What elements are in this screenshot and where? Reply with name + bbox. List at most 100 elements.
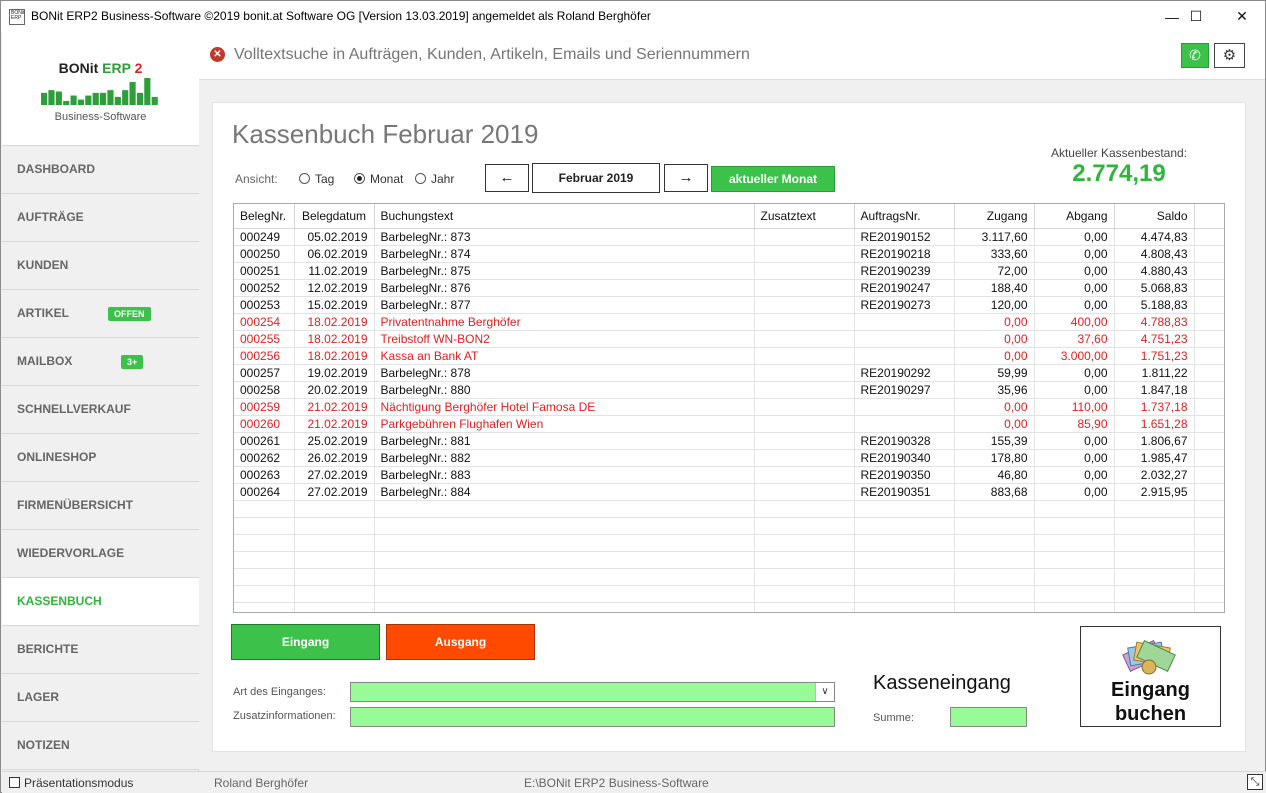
sidebar-item-label: MAILBOX <box>17 354 73 368</box>
info-input[interactable] <box>350 707 835 727</box>
book-entry-button[interactable]: Eingang buchen <box>1080 626 1221 727</box>
sidebar-item-aufträge[interactable]: AUFTRÄGE <box>2 194 199 242</box>
sidebar-item-kassenbuch[interactable]: KASSENBUCH <box>2 578 199 626</box>
col-header-abgang[interactable]: Abgang <box>1034 204 1115 229</box>
cell-empty <box>954 534 1035 552</box>
resize-icon[interactable]: ⤡ <box>1247 774 1263 790</box>
col-header-zugang[interactable]: Zugang <box>954 204 1035 229</box>
clear-search-icon[interactable]: ✕ <box>210 47 225 62</box>
cell-empty <box>954 500 1035 518</box>
cell-zusatz <box>754 364 855 382</box>
col-header-beleg[interactable]: BelegNr. <box>234 204 295 229</box>
table-row[interactable]: 000255 18.02.2019 Treibstoff WN-BON2 0,00 37… <box>234 330 1224 348</box>
presentation-mode-label[interactable]: Präsentationsmodus <box>24 776 133 790</box>
cell-zusatz <box>754 415 855 433</box>
chevron-down-icon[interactable]: ∨ <box>815 683 834 701</box>
cell-empty <box>374 551 755 569</box>
logo-name: BONit ERP 2 <box>2 60 199 76</box>
prev-month-button[interactable]: ← <box>485 164 529 192</box>
view-radio-month-label[interactable]: Monat <box>370 172 403 186</box>
sidebar-item-lager[interactable]: LAGER <box>2 674 199 722</box>
sidebar-item-artikel[interactable]: ARTIKEL OFFEN <box>2 290 199 338</box>
view-radio-year-label[interactable]: Jahr <box>431 172 454 186</box>
phone-button[interactable]: ✆ <box>1181 43 1209 68</box>
sidebar-item-dashboard[interactable]: DASHBOARD <box>2 146 199 194</box>
cell-zusatz <box>754 262 855 280</box>
cell-datum: 15.02.2019 <box>294 296 375 314</box>
cell-datum: 18.02.2019 <box>294 313 375 331</box>
col-header-datum[interactable]: Belegdatum <box>294 204 375 229</box>
sidebar-item-mailbox[interactable]: MAILBOX 3+ <box>2 338 199 386</box>
cell-beleg: 000251 <box>234 262 295 280</box>
cell-zusatz <box>754 279 855 297</box>
cell-empty <box>1194 585 1224 603</box>
cell-abgang: 400,00 <box>1034 313 1115 331</box>
table-row[interactable]: 000249 05.02.2019 BarbelegNr.: 873 RE201901… <box>234 228 1224 246</box>
type-select[interactable]: ∨ <box>350 682 835 702</box>
sum-input[interactable] <box>950 707 1027 727</box>
table-row-empty <box>234 517 1224 535</box>
cell-filler <box>1194 228 1224 246</box>
table-row[interactable]: 000254 18.02.2019 Privatentnahme Berghöfer… <box>234 313 1224 331</box>
cell-saldo: 1.651,28 <box>1114 415 1195 433</box>
sidebar-item-kunden[interactable]: KUNDEN <box>2 242 199 290</box>
col-header-auftrag[interactable]: AuftragsNr. <box>854 204 955 229</box>
table-row[interactable]: 000262 26.02.2019 BarbelegNr.: 882 RE201903… <box>234 449 1224 467</box>
view-radio-month[interactable] <box>354 173 365 184</box>
cell-abgang: 37,60 <box>1034 330 1115 348</box>
cell-auftrag <box>854 415 955 433</box>
cell-empty <box>294 500 375 518</box>
table-row[interactable]: 000263 27.02.2019 BarbelegNr.: 883 RE201903… <box>234 466 1224 484</box>
cell-filler <box>1194 279 1224 297</box>
cell-empty <box>854 500 955 518</box>
next-month-button[interactable]: → <box>664 164 708 192</box>
cell-empty <box>1034 517 1115 535</box>
cell-empty <box>374 534 755 552</box>
view-radio-day[interactable] <box>299 173 310 184</box>
close-button[interactable]: ✕ <box>1219 1 1265 32</box>
table-row[interactable]: 000251 11.02.2019 BarbelegNr.: 875 RE201902… <box>234 262 1224 280</box>
sidebar-item-schnellverkauf[interactable]: SCHNELLVERKAUF <box>2 386 199 434</box>
sidebar-item-firmenübersicht[interactable]: FIRMENÜBERSICHT <box>2 482 199 530</box>
view-radio-day-label[interactable]: Tag <box>315 172 334 186</box>
cell-empty <box>854 534 955 552</box>
table-row[interactable]: 000253 15.02.2019 BarbelegNr.: 877 RE201902… <box>234 296 1224 314</box>
cell-empty <box>1034 602 1115 612</box>
cell-filler <box>1194 245 1224 263</box>
col-header-text[interactable]: Buchungstext <box>374 204 755 229</box>
cell-text: BarbelegNr.: 873 <box>374 228 755 246</box>
presentation-mode-checkbox[interactable] <box>9 777 20 788</box>
view-radio-year[interactable] <box>415 173 426 184</box>
sidebar-item-notizen[interactable]: NOTIZEN <box>2 722 199 770</box>
current-month-button[interactable]: aktueller Monat <box>711 166 835 192</box>
col-header-zusatz[interactable]: Zusatztext <box>754 204 855 229</box>
cell-empty <box>1034 500 1115 518</box>
cell-empty <box>234 602 295 612</box>
cell-datum: 27.02.2019 <box>294 483 375 501</box>
table-row[interactable]: 000260 21.02.2019 Parkgebühren Flughafen W… <box>234 415 1224 433</box>
table-row[interactable]: 000252 12.02.2019 BarbelegNr.: 876 RE201902… <box>234 279 1224 297</box>
table-row[interactable]: 000257 19.02.2019 BarbelegNr.: 878 RE201902… <box>234 364 1224 382</box>
table-row[interactable]: 000264 27.02.2019 BarbelegNr.: 884 RE201903… <box>234 483 1224 501</box>
eingang-button[interactable]: Eingang <box>231 624 380 660</box>
table-row[interactable]: 000258 20.02.2019 BarbelegNr.: 880 RE201902… <box>234 381 1224 399</box>
settings-button[interactable]: ⚙ <box>1214 43 1245 68</box>
cell-text: Treibstoff WN-BON2 <box>374 330 755 348</box>
col-header-saldo[interactable]: Saldo <box>1114 204 1195 229</box>
sidebar-item-berichte[interactable]: BERICHTE <box>2 626 199 674</box>
table-row[interactable]: 000259 21.02.2019 Nächtigung Berghöfer Hot… <box>234 398 1224 416</box>
sidebar-item-onlineshop[interactable]: ONLINESHOP <box>2 434 199 482</box>
cell-empty <box>954 585 1035 603</box>
ausgang-button[interactable]: Ausgang <box>386 624 535 660</box>
cell-zugang: 883,68 <box>954 483 1035 501</box>
sidebar-item-wiedervorlage[interactable]: WIEDERVORLAGE <box>2 530 199 578</box>
table-row[interactable]: 000256 18.02.2019 Kassa an Bank AT 0,00 3.00… <box>234 347 1224 365</box>
table-row[interactable]: 000250 06.02.2019 BarbelegNr.: 874 RE201902… <box>234 245 1224 263</box>
cell-zusatz <box>754 466 855 484</box>
view-label: Ansicht: <box>235 172 278 186</box>
table-row[interactable]: 000261 25.02.2019 BarbelegNr.: 881 RE201903… <box>234 432 1224 450</box>
maximize-button[interactable]: ☐ <box>1173 1 1219 32</box>
search-input[interactable] <box>234 45 1134 65</box>
top-bar: ✕ ✆ ⚙ <box>199 32 1265 80</box>
cell-auftrag: RE20190297 <box>854 381 955 399</box>
